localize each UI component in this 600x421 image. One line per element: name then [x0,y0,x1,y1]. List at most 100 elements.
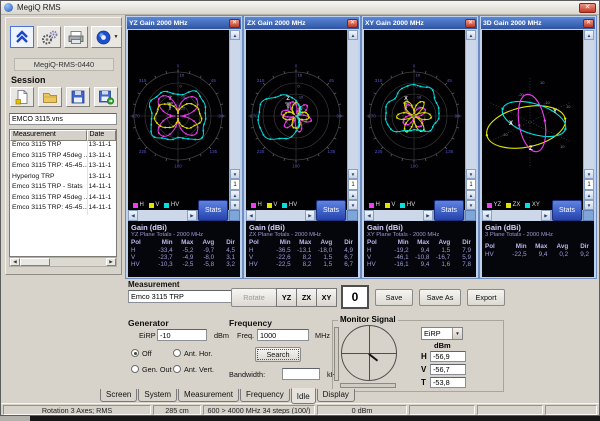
settings-button[interactable] [37,26,61,48]
radio-option[interactable]: Off [131,345,173,361]
session-file-input[interactable] [9,113,117,125]
radio-button[interactable] [173,365,181,373]
radio-button[interactable] [131,349,139,357]
legend-label: HV [407,202,415,208]
list-item[interactable]: Emco 3115 TRP: 45-45...14-11-1 [10,204,116,215]
close-icon[interactable]: ✕ [583,19,594,28]
scroll-right-icon[interactable]: ▶ [541,210,551,221]
plot-window-titlebar[interactable]: XY Gain 2000 MHz✕ [363,17,477,29]
stats-button[interactable]: Stats [316,200,346,221]
export-button[interactable]: Export [467,289,505,306]
open-session-button[interactable] [38,87,62,107]
list-column-header[interactable]: Date [87,130,117,141]
scroll-left-icon[interactable]: ◀ [10,258,20,266]
tab-frequency[interactable]: Frequency [240,389,290,402]
scroll-down-icon[interactable]: ▼ [466,169,476,179]
print-button[interactable] [64,26,88,48]
tab-display[interactable]: Display [317,389,355,402]
measurement-list-scrollbar[interactable]: ◀ ▶ [9,257,117,267]
scroll-left-icon[interactable]: ◀ [482,210,492,221]
page-down-icon[interactable]: ▼ [230,200,240,210]
page-up-icon[interactable]: ▲ [466,190,476,200]
raise-antenna-button[interactable] [10,26,34,48]
eirp-input[interactable] [157,329,207,341]
close-icon[interactable]: ✕ [347,19,358,28]
tab-idle[interactable]: Idle [291,388,316,404]
rotate-button[interactable]: Rotate [231,288,277,307]
radio-option[interactable]: Ant. Hor. [173,345,235,361]
page-down-icon[interactable]: ▼ [348,200,358,210]
scroll-left-icon[interactable]: ◀ [246,210,256,221]
tab-screen[interactable]: Screen [100,389,137,402]
scroll-right-icon[interactable]: ▶ [187,210,197,221]
vertical-scrollbar[interactable]: ▲▼1▲▼ [465,30,476,210]
plane-button-zx[interactable]: ZX [296,288,317,307]
scroll-right-icon[interactable]: ▶ [423,210,433,221]
scroll-left-icon[interactable]: ◀ [364,210,374,221]
stats-button[interactable]: Stats [434,200,464,221]
stats-button[interactable]: Stats [552,200,582,221]
list-item[interactable]: Emco 3115 TRP 45deg ...14-11-1 [10,194,116,205]
measurement-date: 14-11-1 [87,204,116,215]
page-up-icon[interactable]: ▲ [348,190,358,200]
plot-window-titlebar[interactable]: YZ Gain 2000 MHz✕ [127,17,241,29]
scroll-left-icon[interactable]: ◀ [128,210,138,221]
scroll-up-icon[interactable]: ▲ [348,30,358,40]
radio-option[interactable]: Ant. Vert. [173,361,235,377]
monitor-mode-select[interactable]: EiRP ▼ [421,327,463,340]
plot-window-titlebar[interactable]: ZX Gain 2000 MHz✕ [245,17,359,29]
close-button[interactable]: ✕ [579,3,596,13]
scrollbar-corner[interactable] [465,210,476,221]
scrollbar-corner[interactable] [347,210,358,221]
measurement-name-input[interactable] [128,290,234,303]
scrollbar-thumb[interactable] [20,258,50,266]
scroll-up-icon[interactable]: ▲ [466,30,476,40]
plane-button-xy[interactable]: XY [316,288,337,307]
legend-swatch [267,203,272,208]
plot-window-titlebar[interactable]: 3D Gain 2000 MHz✕ [481,17,595,29]
tab-system[interactable]: System [138,389,177,402]
scroll-right-icon[interactable]: ▶ [106,258,116,266]
scroll-down-icon[interactable]: ▼ [230,169,240,179]
freq-input[interactable] [257,329,309,341]
scroll-right-icon[interactable]: ▶ [305,210,315,221]
close-icon[interactable]: ✕ [229,19,240,28]
scroll-down-icon[interactable]: ▼ [584,169,594,179]
radio-option[interactable]: Gen. Out [131,361,173,377]
dropdown-caret-icon[interactable]: ▼ [114,34,119,40]
list-item[interactable]: Emco 3115 TRP 45deg ...13-11-1 [10,152,116,163]
page-up-icon[interactable]: ▲ [584,190,594,200]
radio-button[interactable] [131,365,139,373]
measurement-list-header[interactable]: MeasurementDate [10,130,116,141]
save-session-button[interactable] [66,87,90,107]
scroll-up-icon[interactable]: ▲ [584,30,594,40]
vertical-scrollbar[interactable]: ▲▼1▲▼ [347,30,358,210]
save-as-button[interactable]: Save As [419,289,461,306]
list-item[interactable]: Hyperlog TRP13-11-1 [10,173,116,184]
vertical-scrollbar[interactable]: ▲▼1▲▼ [229,30,240,210]
radio-button[interactable] [173,349,181,357]
list-item[interactable]: Emco 3115 TRP13-11-1 [10,141,116,152]
search-button[interactable]: Search [255,347,301,362]
list-column-header[interactable]: Measurement [10,130,87,141]
plane-button-yz[interactable]: YZ [276,288,297,307]
new-session-button[interactable] [10,87,34,107]
page-down-icon[interactable]: ▼ [584,200,594,210]
bandwidth-input[interactable] [282,368,320,380]
scroll-down-icon[interactable]: ▼ [348,169,358,179]
scrollbar-corner[interactable] [229,210,240,221]
scroll-up-icon[interactable]: ▲ [230,30,240,40]
close-icon[interactable]: ✕ [465,19,476,28]
scrollbar-corner[interactable] [583,210,594,221]
page-down-icon[interactable]: ▼ [466,200,476,210]
list-item[interactable]: Emco 3115 TRP - Stats14-11-1 [10,183,116,194]
save-button[interactable]: Save [375,289,413,306]
vertical-scrollbar[interactable]: ▲▼1▲▼ [583,30,594,210]
tab-measurement[interactable]: Measurement [178,389,239,402]
stop-button[interactable]: ▼ [91,26,122,48]
stats-button[interactable]: Stats [198,200,228,221]
chevron-down-icon[interactable]: ▼ [452,328,462,339]
list-item[interactable]: Emco 3115 TRP: 45-45...13-11-1 [10,162,116,173]
save-session-as-button[interactable] [94,87,118,107]
page-up-icon[interactable]: ▲ [230,190,240,200]
